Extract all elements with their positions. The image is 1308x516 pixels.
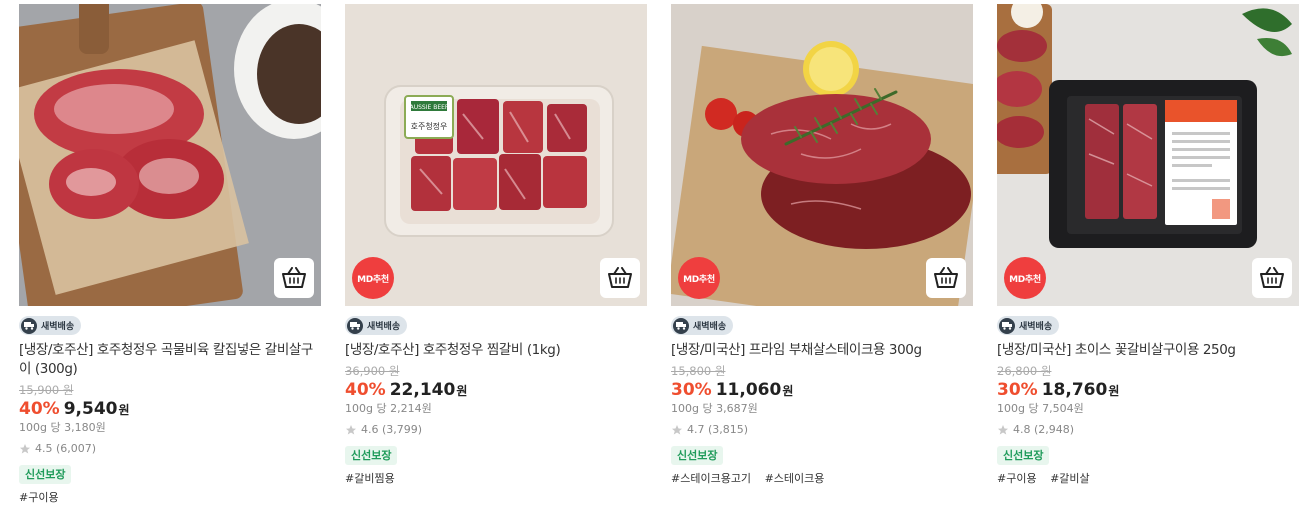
rating: 4.8 (2,948) [997, 423, 1299, 437]
sale-price: 22,140 [389, 380, 456, 400]
cart-icon [608, 267, 632, 288]
tag-list: #스테이크용고기 #스테이크용 [671, 472, 973, 486]
tag[interactable]: #스테이크용고기 [671, 472, 751, 485]
unit-price: 100g 당 3,180원 [19, 421, 106, 434]
original-price: 36,900 원 [345, 364, 400, 378]
original-price: 26,800 원 [997, 364, 1052, 378]
sale-price: 18,760 [1041, 380, 1108, 400]
tag[interactable]: #스테이크용 [765, 472, 825, 485]
price-unit: 원 [118, 403, 130, 417]
discount-rate: 40% [345, 380, 386, 400]
star-icon [672, 425, 682, 435]
cart-icon [1260, 267, 1284, 288]
add-to-cart-button[interactable] [926, 258, 966, 298]
product-image[interactable]: MD추천 [671, 4, 973, 306]
product-card[interactable]: 새벽배송 [냉장/호주산] 호주청정우 곡물비육 칼집넣은 갈비살구이 (300… [19, 4, 321, 505]
price-unit: 원 [456, 384, 468, 398]
md-recommend-badge: MD추천 [678, 257, 720, 299]
tag[interactable]: #갈비찜용 [345, 472, 395, 485]
product-card[interactable]: MD추천 새벽배송 [냉장/미국산] 초이스 꽃갈비살구이용 250g 26,8… [997, 4, 1299, 486]
price-row: 30% 11,060 원 [671, 379, 973, 402]
truck-icon [673, 317, 689, 334]
original-price: 15,900 원 [19, 383, 74, 397]
product-image[interactable]: MD추천 [997, 4, 1299, 306]
rating-text: 4.8 (2,948) [1013, 423, 1075, 436]
add-to-cart-button[interactable] [600, 258, 640, 298]
product-title[interactable]: [냉장/미국산] 초이스 꽃갈비살구이용 250g [997, 341, 1299, 360]
unit-price: 100g 당 7,504원 [997, 402, 1084, 415]
tag[interactable]: #구이용 [19, 491, 59, 504]
truck-icon [347, 317, 363, 334]
sale-price: 9,540 [63, 399, 118, 419]
discount-rate: 30% [671, 380, 712, 400]
md-recommend-badge: MD추천 [352, 257, 394, 299]
sale-price: 11,060 [715, 380, 782, 400]
price-unit: 원 [1108, 384, 1120, 398]
original-price: 15,800 원 [671, 364, 726, 378]
price-row: 40% 22,140 원 [345, 379, 647, 402]
delivery-badge: 새벽배송 [19, 316, 82, 335]
add-to-cart-button[interactable] [1252, 258, 1292, 298]
fresh-guarantee-badge: 신선보장 [997, 446, 1050, 465]
aussie-beef-caption: 호주청정우 [411, 121, 448, 131]
star-icon [998, 425, 1008, 435]
aussie-beef-badge-text: AUSSIE BEEF [410, 104, 449, 111]
unit-price: 100g 당 2,214원 [345, 402, 432, 415]
rating-text: 4.6 (3,799) [361, 423, 423, 436]
cart-icon [282, 267, 306, 288]
delivery-badge: 새벽배송 [997, 316, 1060, 335]
tag-list: #구이용 #갈비살 [997, 472, 1299, 486]
product-title[interactable]: [냉장/호주산] 호주청정우 찜갈비 (1kg) [345, 341, 647, 360]
delivery-badge: 새벽배송 [345, 316, 408, 335]
price-unit: 원 [782, 384, 794, 398]
product-grid: 새벽배송 [냉장/호주산] 호주청정우 곡물비육 칼집넣은 갈비살구이 (300… [0, 0, 1308, 516]
rating-text: 4.5 (6,007) [35, 442, 97, 455]
unit-price: 100g 당 3,687원 [671, 402, 758, 415]
fresh-guarantee-badge: 신선보장 [345, 446, 398, 465]
tag-list: #구이용 [19, 491, 321, 505]
cart-icon [934, 267, 958, 288]
product-title[interactable]: [냉장/호주산] 호주청정우 곡물비육 칼집넣은 갈비살구이 (300g) [19, 341, 321, 379]
product-card[interactable]: MD추천 새벽배송 [냉장/미국산] 프라임 부채살스테이크용 300g 15,… [671, 4, 973, 486]
product-title[interactable]: [냉장/미국산] 프라임 부채살스테이크용 300g [671, 341, 973, 360]
rating: 4.5 (6,007) [19, 442, 321, 456]
rating: 4.7 (3,815) [671, 423, 973, 437]
tag[interactable]: #구이용 [997, 472, 1037, 485]
fresh-guarantee-badge: 신선보장 [19, 465, 72, 484]
md-recommend-badge: MD추천 [1004, 257, 1046, 299]
star-icon [20, 444, 30, 454]
tag-list: #갈비찜용 [345, 472, 647, 486]
product-image[interactable]: AUSSIE BEEF 호주청정우 MD추천 [345, 4, 647, 306]
truck-icon [999, 317, 1015, 334]
delivery-label: 새벽배송 [367, 322, 401, 332]
rating-text: 4.7 (3,815) [687, 423, 749, 436]
add-to-cart-button[interactable] [274, 258, 314, 298]
rating: 4.6 (3,799) [345, 423, 647, 437]
fresh-guarantee-badge: 신선보장 [671, 446, 724, 465]
star-icon [346, 425, 356, 435]
price-row: 30% 18,760 원 [997, 379, 1299, 402]
discount-rate: 30% [997, 380, 1038, 400]
truck-icon [21, 317, 37, 334]
price-row: 40% 9,540 원 [19, 398, 321, 421]
discount-rate: 40% [19, 399, 60, 419]
product-card[interactable]: AUSSIE BEEF 호주청정우 MD추천 새벽배송 [냉장/호주산] 호주청… [345, 4, 647, 486]
delivery-label: 새벽배송 [1019, 322, 1053, 332]
delivery-label: 새벽배송 [693, 322, 727, 332]
delivery-badge: 새벽배송 [671, 316, 734, 335]
product-image[interactable] [19, 4, 321, 306]
delivery-label: 새벽배송 [41, 322, 75, 332]
tag[interactable]: #갈비살 [1050, 472, 1090, 485]
